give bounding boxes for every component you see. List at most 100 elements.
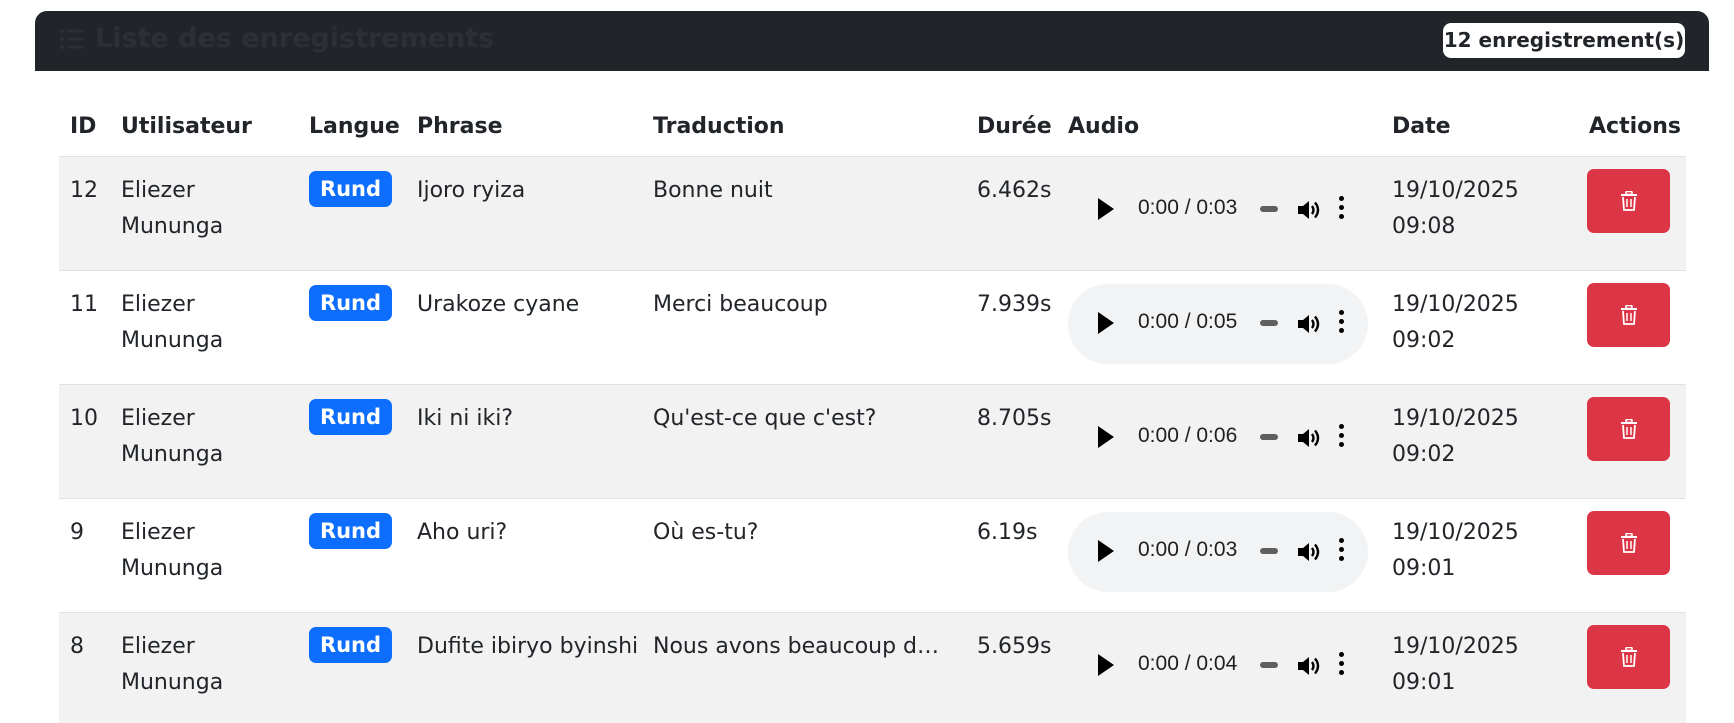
column-header-language[interactable]: Langue (309, 114, 400, 139)
row-date-day: 19/10/2025 (1392, 406, 1519, 431)
row-translation: Merci beaucoup (653, 292, 828, 317)
row-date: 19/10/2025 09:01 (1392, 515, 1519, 587)
row-phrase: Ijoro ryiza (417, 178, 526, 203)
row-user: Eliezer Mununga (121, 629, 223, 701)
column-header-duration[interactable]: Durée (977, 114, 1052, 139)
row-user: Eliezer Mununga (121, 173, 223, 245)
column-header-actions: Actions (1589, 114, 1681, 139)
audio-player[interactable]: 0:00 / 0:05 (1068, 284, 1368, 364)
audio-time: 0:00 / 0:03 (1138, 538, 1238, 561)
row-user-first-name: Eliezer (121, 406, 195, 431)
card-header: Liste des enregistrements 12 enregistrem… (35, 11, 1709, 71)
delete-button[interactable] (1587, 625, 1670, 689)
more-vertical-icon[interactable] (1339, 196, 1345, 223)
row-date-time: 09:02 (1392, 328, 1456, 353)
records-table: ID Utilisateur Langue Phrase Traduction … (59, 100, 1686, 723)
row-date-day: 19/10/2025 (1392, 634, 1519, 659)
column-header-phrase[interactable]: Phrase (417, 114, 503, 139)
delete-button[interactable] (1587, 397, 1670, 461)
row-user-first-name: Eliezer (121, 520, 195, 545)
trash-icon (1620, 191, 1637, 211)
audio-time: 0:00 / 0:03 (1138, 196, 1238, 219)
row-user-last-name: Mununga (121, 328, 224, 353)
row-user: Eliezer Mununga (121, 515, 223, 587)
row-translation: Nous avons beaucoup de nourriture (653, 634, 948, 659)
row-duration: 5.659s (977, 634, 1052, 659)
audio-seek-bar[interactable] (1260, 662, 1278, 668)
audio-seek-bar[interactable] (1260, 206, 1278, 212)
audio-player[interactable]: 0:00 / 0:06 (1068, 398, 1368, 478)
column-header-date[interactable]: Date (1392, 114, 1451, 139)
play-icon[interactable] (1098, 540, 1114, 562)
row-date-day: 19/10/2025 (1392, 178, 1519, 203)
play-icon[interactable] (1098, 654, 1114, 676)
row-user: Eliezer Mununga (121, 401, 223, 473)
table-row: 11 Eliezer Mununga Rund Urakoze cyane Me… (59, 270, 1686, 384)
row-phrase: Iki ni iki? (417, 406, 514, 431)
more-vertical-icon[interactable] (1339, 652, 1345, 679)
volume-icon[interactable] (1296, 198, 1322, 222)
column-header-user[interactable]: Utilisateur (121, 114, 252, 139)
audio-player[interactable]: 0:00 / 0:03 (1068, 512, 1368, 592)
row-date-time: 09:08 (1392, 214, 1456, 239)
table-header: ID Utilisateur Langue Phrase Traduction … (59, 100, 1686, 156)
table-row: 8 Eliezer Mununga Rund Dufite ibiryo byi… (59, 612, 1686, 723)
row-user-last-name: Mununga (121, 214, 224, 239)
row-date-time: 09:01 (1392, 670, 1456, 695)
row-user-last-name: Mununga (121, 556, 224, 581)
audio-player[interactable]: 0:00 / 0:04 (1068, 626, 1368, 706)
row-date-day: 19/10/2025 (1392, 292, 1519, 317)
audio-time: 0:00 / 0:06 (1138, 424, 1238, 447)
delete-button[interactable] (1587, 169, 1670, 233)
column-header-id[interactable]: ID (70, 114, 96, 139)
row-id: 9 (70, 520, 84, 545)
row-user: Eliezer Mununga (121, 287, 223, 359)
volume-icon[interactable] (1296, 540, 1322, 564)
audio-seek-bar[interactable] (1260, 548, 1278, 554)
language-badge: Rund (309, 171, 392, 207)
trash-icon (1620, 647, 1637, 667)
volume-icon[interactable] (1296, 426, 1322, 450)
row-user-first-name: Eliezer (121, 292, 195, 317)
table-body: 12 Eliezer Mununga Rund Ijoro ryiza Bonn… (59, 156, 1686, 723)
row-date-time: 09:01 (1392, 556, 1456, 581)
column-header-translation[interactable]: Traduction (653, 114, 785, 139)
delete-button[interactable] (1587, 283, 1670, 347)
row-date-time: 09:02 (1392, 442, 1456, 467)
play-icon[interactable] (1098, 312, 1114, 334)
row-duration: 6.19s (977, 520, 1038, 545)
list-icon (59, 28, 84, 49)
volume-icon[interactable] (1296, 654, 1322, 678)
row-date-day: 19/10/2025 (1392, 520, 1519, 545)
audio-player[interactable]: 0:00 / 0:03 (1068, 170, 1368, 250)
table-row: 10 Eliezer Mununga Rund Iki ni iki? Qu'e… (59, 384, 1686, 498)
row-user-first-name: Eliezer (121, 634, 195, 659)
play-icon[interactable] (1098, 198, 1114, 220)
row-user-last-name: Mununga (121, 442, 224, 467)
row-date: 19/10/2025 09:02 (1392, 401, 1519, 473)
row-id: 12 (70, 178, 98, 203)
delete-button[interactable] (1587, 511, 1670, 575)
page-title-text: Liste des enregistrements (95, 23, 495, 54)
row-id: 10 (70, 406, 98, 431)
row-date: 19/10/2025 09:01 (1392, 629, 1519, 701)
row-user-first-name: Eliezer (121, 178, 195, 203)
row-duration: 7.939s (977, 292, 1052, 317)
audio-time: 0:00 / 0:04 (1138, 652, 1238, 675)
row-translation: Qu'est-ce que c'est? (653, 406, 877, 431)
more-vertical-icon[interactable] (1339, 310, 1345, 337)
play-icon[interactable] (1098, 426, 1114, 448)
language-badge: Rund (309, 513, 392, 549)
more-vertical-icon[interactable] (1339, 538, 1345, 565)
volume-icon[interactable] (1296, 312, 1322, 336)
row-duration: 8.705s (977, 406, 1052, 431)
more-vertical-icon[interactable] (1339, 424, 1345, 451)
column-header-audio[interactable]: Audio (1068, 114, 1139, 139)
audio-seek-bar[interactable] (1260, 434, 1278, 440)
row-translation: Où es-tu? (653, 520, 759, 545)
row-translation: Bonne nuit (653, 178, 773, 203)
row-user-last-name: Mununga (121, 670, 224, 695)
language-badge: Rund (309, 627, 392, 663)
row-id: 8 (70, 634, 84, 659)
audio-seek-bar[interactable] (1260, 320, 1278, 326)
